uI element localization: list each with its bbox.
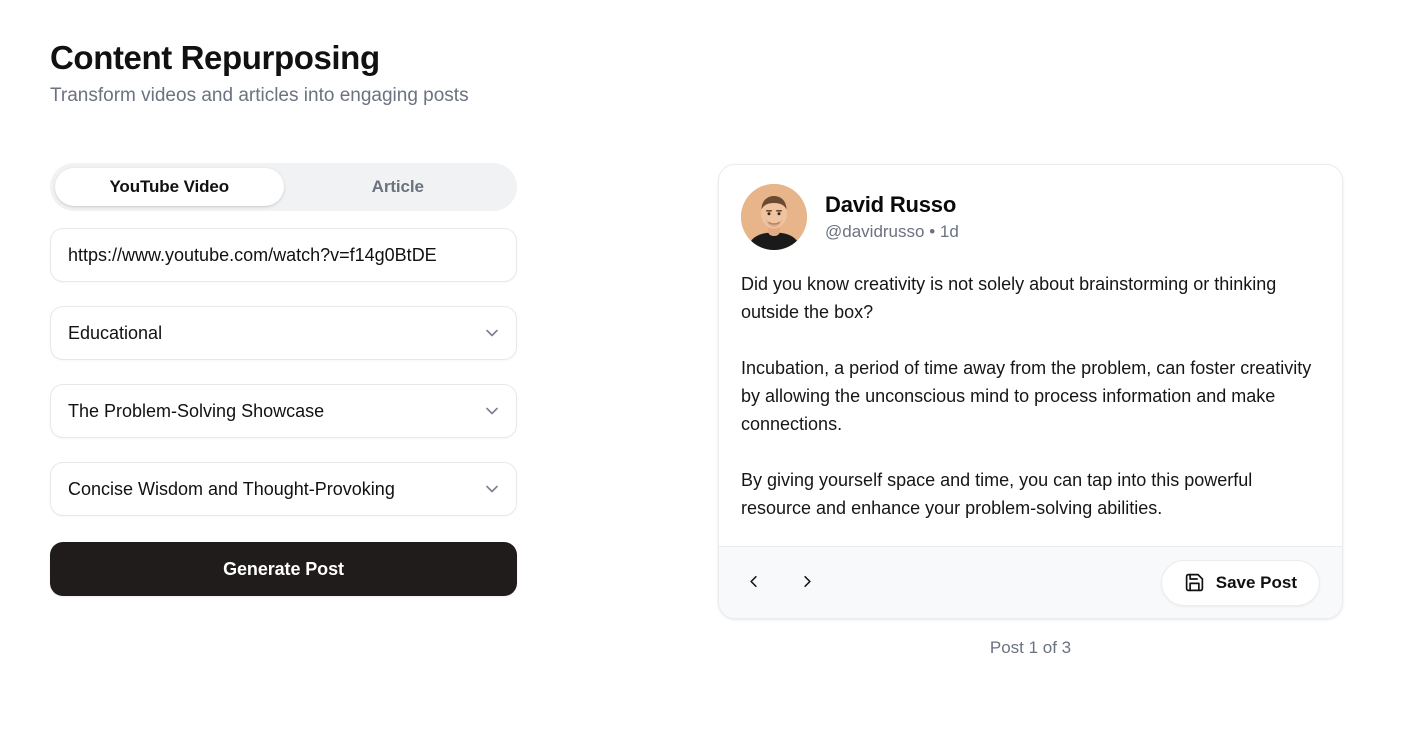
tone-select-wrap: Concise Wisdom and Thought-Provoking	[50, 462, 517, 516]
repurpose-form: YouTube Video Article Educational The Pr…	[50, 163, 517, 596]
generate-post-button[interactable]: Generate Post	[50, 542, 517, 596]
app-root: Content Repurposing Transform videos and…	[0, 0, 1405, 729]
content-type-select-wrap: Educational	[50, 306, 517, 360]
chevron-left-icon	[744, 572, 763, 594]
content-type-select[interactable]: Educational	[50, 306, 517, 360]
save-post-label: Save Post	[1215, 572, 1297, 592]
tab-article[interactable]: Article	[284, 168, 513, 206]
post-preview-column: David Russo @davidrusso • 1d Did you kno…	[718, 164, 1343, 658]
post-card-footer: Save Post	[719, 546, 1342, 618]
tone-select[interactable]: Concise Wisdom and Thought-Provoking	[50, 462, 517, 516]
post-paragraph: By giving yourself space and time, you c…	[741, 470, 1253, 518]
author-handle-and-time: @davidrusso • 1d	[825, 221, 959, 241]
post-paragraph: Incubation, a period of time away from t…	[741, 358, 1312, 434]
template-value: The Problem-Solving Showcase	[68, 400, 325, 421]
tone-value: Concise Wisdom and Thought-Provoking	[68, 478, 395, 499]
source-type-tabs: YouTube Video Article	[50, 163, 517, 211]
page-title: Content Repurposing	[50, 39, 380, 76]
content-type-value: Educational	[68, 322, 163, 343]
floppy-disk-icon	[1184, 572, 1205, 593]
page-subtitle: Transform videos and articles into engag…	[50, 85, 469, 106]
author-identity: David Russo @davidrusso • 1d	[825, 191, 959, 244]
avatar	[741, 184, 807, 250]
youtube-url-input[interactable]	[50, 228, 517, 282]
post-card: David Russo @davidrusso • 1d Did you kno…	[718, 164, 1343, 619]
chevron-right-icon	[798, 572, 817, 594]
template-select-wrap: The Problem-Solving Showcase	[50, 384, 517, 438]
post-author-row: David Russo @davidrusso • 1d	[719, 165, 1342, 250]
previous-post-button[interactable]	[741, 569, 765, 597]
save-post-button[interactable]: Save Post	[1160, 559, 1320, 606]
tab-youtube-video[interactable]: YouTube Video	[55, 168, 284, 206]
post-body: Did you know creativity is not solely ab…	[719, 250, 1342, 546]
post-navigation	[741, 569, 819, 597]
post-paragraph: Did you know creativity is not solely ab…	[741, 274, 1277, 322]
next-post-button[interactable]	[795, 569, 819, 597]
author-name: David Russo	[825, 191, 957, 217]
page-header: Content Repurposing Transform videos and…	[50, 38, 469, 109]
post-counter: Post 1 of 3	[989, 638, 1072, 657]
template-select[interactable]: The Problem-Solving Showcase	[50, 384, 517, 438]
